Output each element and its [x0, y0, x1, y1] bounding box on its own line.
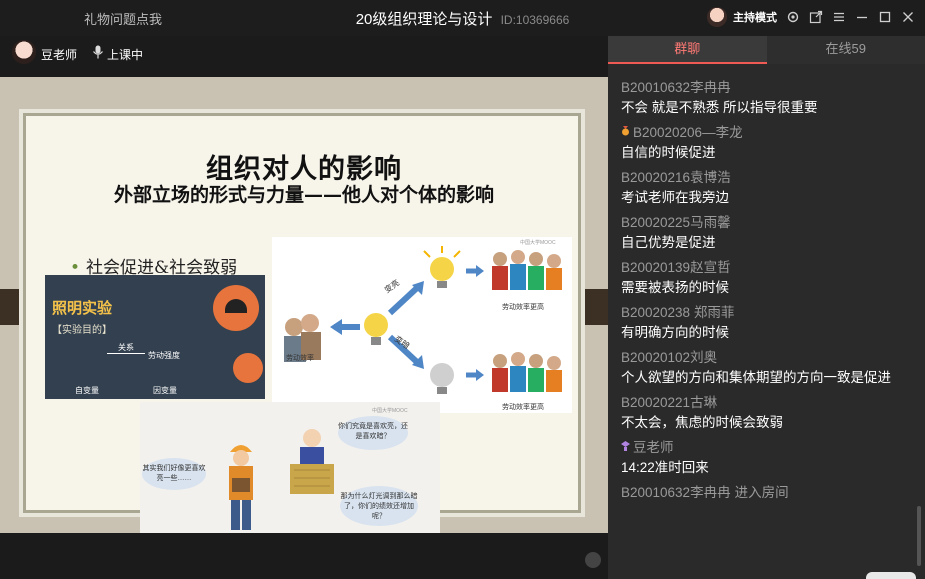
class-status: 上课中	[107, 48, 144, 62]
speaker-icon	[233, 353, 263, 383]
message-text: 14:22准时回来	[621, 460, 709, 475]
relation-line	[107, 353, 145, 354]
worker-group-top	[492, 250, 562, 290]
lighting-diagram: 中国大学MOOC 变亮 变暗 劳动效率更高 劳动效率更高 劳动效率	[272, 237, 572, 413]
boss-figure	[290, 429, 334, 494]
host-mode-label[interactable]: 主持模式	[733, 9, 777, 25]
window-controls: 主持模式	[707, 7, 915, 27]
slide-subtitle: 外部立场的形式与力量——他人对个体的影响	[113, 184, 494, 206]
worker-group-bottom	[492, 352, 562, 392]
microphone-icon	[92, 45, 104, 59]
maximize-icon[interactable]	[878, 10, 892, 24]
close-icon[interactable]	[901, 10, 915, 24]
video-stage: 组织对人的影响 外部立场的形式与力量——他人对个体的影响 社会促进&社会致弱 照…	[0, 77, 608, 533]
chat-message: B20020206—李龙 自信的时候促进	[621, 121, 916, 161]
minimize-icon[interactable]	[855, 10, 869, 24]
message-sender: B20020206—李龙	[621, 121, 916, 141]
worker-speech-bubble: 其实我们好像更喜欢亮一些……	[142, 458, 206, 490]
message-text: 自己优势是促进	[621, 235, 716, 250]
cartoon-panel: 中国大学MOOC 其实我们好像更喜欢亮一些…… 你们究竟是喜欢亮，还是喜欢暗？ …	[140, 402, 440, 533]
experiment-panel: 照明实验 【实验目的】 关系 劳动强度 自变量 因变量	[45, 275, 265, 399]
teacher-badge-icon	[621, 441, 630, 451]
message-sender: B20020216袁博浩	[621, 170, 731, 185]
message-sender: B20020225马雨馨	[621, 215, 731, 230]
label-efficiency-top: 劳动效率更高	[502, 304, 544, 311]
message-text: 不太会，焦虑的时候会致弱	[621, 415, 783, 430]
chat-tabs: 群聊 在线59	[608, 36, 925, 64]
message-sender: B20020139赵宣哲	[621, 260, 731, 275]
message-sender: B20020221古琳	[621, 395, 718, 410]
message-sender: B20020238 郑雨菲	[621, 305, 735, 320]
chat-message: B20020102刘奥 个人欲望的方向和集体期望的方向一致是促进	[621, 346, 916, 386]
classroom-window: 礼物问题点我 20级组织理论与设计 ID:10369666 主持模式 豆老师 上…	[0, 0, 925, 579]
chat-message: B20020238 郑雨菲 有明确方向的时候	[621, 301, 916, 341]
chat-message: B20020216袁博浩 考试老师在我旁边	[621, 166, 916, 206]
chat-message: B20020139赵宣哲 需要被表扬的时候	[621, 256, 916, 296]
chat-scrollbar[interactable]	[917, 506, 921, 566]
chat-input-handle[interactable]	[866, 572, 916, 579]
room-id: ID:10369666	[500, 13, 570, 27]
chat-message: B20010632李冉冉 不会 就是不熟悉 所以指导很重要	[621, 76, 916, 116]
teacher-avatar[interactable]	[12, 40, 36, 64]
system-user: B20010632李冉冉	[621, 485, 731, 500]
message-sender: B20010632李冉冉	[621, 80, 731, 95]
settings-icon[interactable]	[786, 10, 800, 24]
label-efficiency-left: 劳动效率	[286, 355, 314, 362]
message-text: 自信的时候促进	[621, 145, 716, 160]
teacher-name: 豆老师	[41, 48, 78, 62]
chat-panel: 群聊 在线59 B20010632李冉冉 不会 就是不熟悉 所以指导很重要 B2…	[608, 36, 925, 579]
chat-message-list: B20010632李冉冉 不会 就是不熟悉 所以指导很重要 B20020206—…	[621, 76, 916, 501]
experiment-title: 照明实验	[52, 300, 113, 317]
message-sender: B20020102刘奥	[621, 350, 718, 365]
tab-group-chat[interactable]: 群聊	[608, 36, 767, 64]
popout-icon[interactable]	[809, 10, 823, 24]
diagram-logo: 中国大学MOOC	[520, 240, 556, 246]
message-text: 需要被表扬的时候	[621, 280, 729, 295]
message-text: 个人欲望的方向和集体期望的方向一致是促进	[621, 370, 891, 385]
course-title: 20级组织理论与设计	[355, 11, 493, 28]
message-sender: 豆老师	[621, 436, 916, 456]
system-message: B20010632李冉冉 进入房间	[621, 481, 916, 501]
medal-icon	[622, 126, 629, 136]
message-text: 有明确方向的时候	[621, 325, 729, 340]
experiment-intensity: 劳动强度	[148, 351, 180, 360]
dependent-variable: 因变量	[153, 386, 177, 395]
host-avatar[interactable]	[707, 7, 727, 27]
stage-bottom-bar	[0, 533, 608, 579]
label-efficiency-bottom: 劳动效率更高	[502, 404, 544, 411]
message-text: 考试老师在我旁边	[621, 190, 729, 205]
boss-speech-bubble-bottom: 那为什么灯光调到那么暗了，你们的绩效还增加呢？	[340, 486, 418, 526]
experiment-relation: 关系	[118, 343, 134, 352]
chat-message: B20020221古琳 不太会，焦虑的时候会致弱	[621, 391, 916, 431]
teacher-bar: 豆老师 上课中	[0, 36, 608, 77]
mute-toggle-icon[interactable]	[585, 552, 601, 568]
independent-variable: 自变量	[75, 386, 99, 395]
worker-figure	[229, 445, 253, 530]
chat-message: B20020225马雨馨 自己优势是促进	[621, 211, 916, 251]
title-bar: 礼物问题点我 20级组织理论与设计 ID:10369666 主持模式	[0, 0, 925, 36]
cartoon-logo: 中国大学MOOC	[372, 408, 408, 414]
tab-online-users[interactable]: 在线59	[766, 36, 925, 64]
menu-icon[interactable]	[832, 10, 846, 24]
system-event: 进入房间	[734, 485, 789, 500]
boss-speech-bubble-top: 你们究竟是喜欢亮，还是喜欢暗？	[338, 416, 408, 450]
diagram-graphics	[284, 246, 562, 394]
experiment-purpose: 【实验目的】	[52, 325, 112, 336]
chat-message: 豆老师 14:22准时回来	[621, 436, 916, 476]
message-text: 不会 就是不熟悉 所以指导很重要	[621, 100, 818, 115]
